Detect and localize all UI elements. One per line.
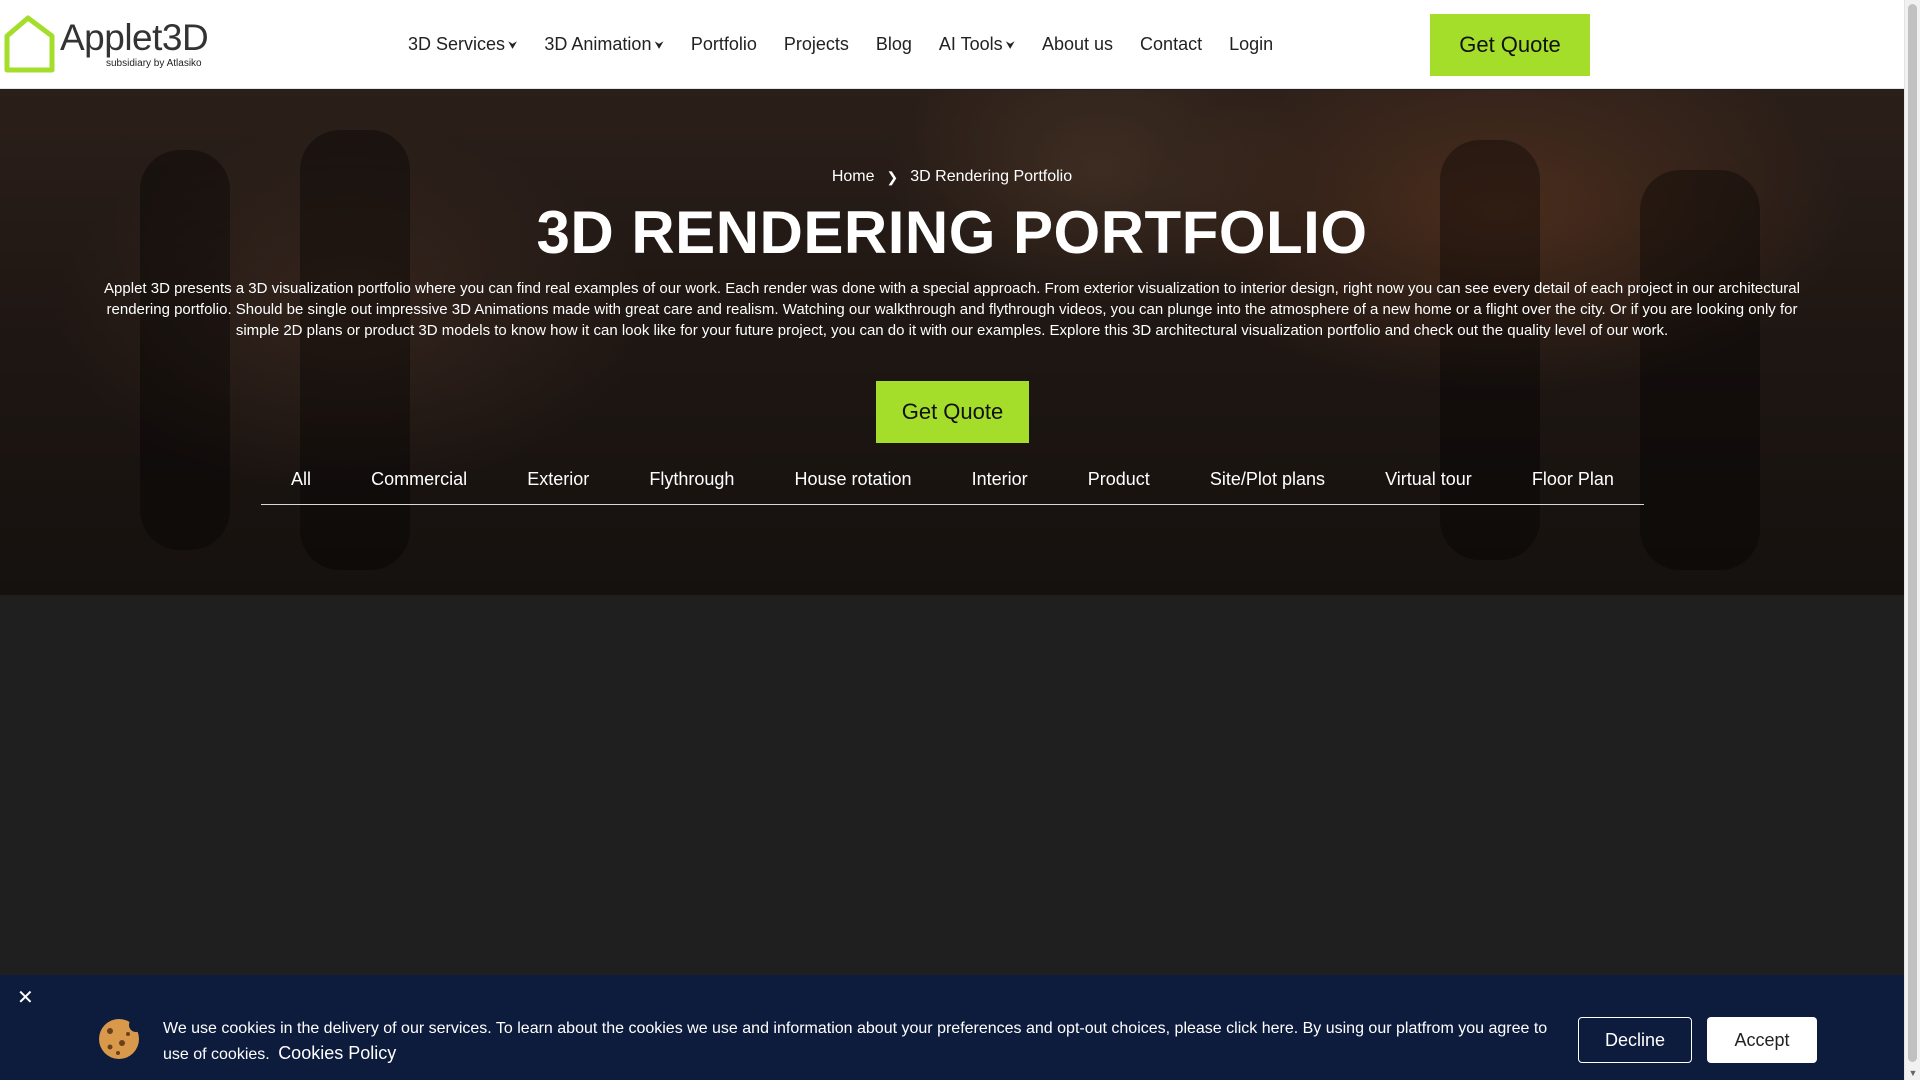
portfolio-filter-tabs: All Commercial Exterior Flythrough House… [261, 455, 1644, 505]
logo-text: Applet3D subsidiary by Atlasiko [60, 17, 209, 69]
hero-section: Home ❯ 3D Rendering Portfolio 3D RENDERI… [0, 90, 1904, 595]
nav-label: Blog [875, 34, 912, 54]
nav-label: AI Tools [938, 34, 1003, 54]
nav-label: 3D Services [408, 34, 506, 54]
page-scrollbar[interactable]: ▼ [1904, 0, 1920, 1080]
cookie-banner: ✕ We use cookies in the delivery of our … [0, 975, 1904, 1080]
chevron-down-icon: ⮟ [1005, 40, 1015, 52]
hero-get-quote-button[interactable]: Get Quote [876, 381, 1029, 443]
portfolio-grid-area [0, 595, 1904, 975]
chevron-right-icon: ❯ [886, 168, 899, 185]
breadcrumb: Home ❯ 3D Rendering Portfolio [0, 168, 1904, 186]
hero-description: Applet 3D presents a 3D visualization po… [104, 280, 1800, 339]
nav-item-about-us[interactable]: About us [1042, 34, 1113, 55]
cookie-icon [99, 1018, 142, 1059]
nav-item-3d-animation[interactable]: 3D Animation ⮟ [544, 34, 663, 55]
decline-cookies-button[interactable]: Decline [1578, 1017, 1692, 1063]
filter-tab-commercial[interactable]: Commercial [371, 469, 467, 490]
hero-overlay [0, 90, 1904, 595]
filter-tab-floor-plan[interactable]: Floor Plan [1532, 469, 1614, 490]
close-icon[interactable]: ✕ [17, 988, 34, 1008]
chevron-down-icon: ⮟ [508, 40, 518, 52]
breadcrumb-home-link[interactable]: Home [832, 168, 875, 186]
nav-item-portfolio[interactable]: Portfolio [691, 34, 757, 55]
scrollbar-thumb[interactable] [1908, 4, 1917, 1062]
filter-tab-product[interactable]: Product [1088, 469, 1150, 490]
filter-tab-house-rotation[interactable]: House rotation [794, 469, 911, 490]
header-get-quote-button[interactable]: Get Quote [1430, 14, 1590, 76]
site-header: Applet3D subsidiary by Atlasiko 3D Servi… [0, 0, 1904, 89]
nav-item-contact[interactable]: Contact [1140, 34, 1202, 55]
filter-tab-all[interactable]: All [291, 469, 311, 490]
nav-label: 3D Animation [544, 34, 652, 54]
filter-tab-interior[interactable]: Interior [972, 469, 1028, 490]
nav-label: Contact [1140, 34, 1203, 54]
scroll-down-arrow-icon[interactable]: ▼ [1908, 1068, 1918, 1078]
nav-label: About us [1041, 34, 1114, 54]
filter-tab-flythrough[interactable]: Flythrough [649, 469, 734, 490]
logo-name: Applet3D [60, 17, 209, 58]
cookies-policy-link[interactable]: Cookies Policy [278, 1043, 396, 1063]
page-title: 3D RENDERING PORTFOLIO [536, 199, 1368, 266]
nav-item-projects[interactable]: Projects [784, 34, 849, 55]
nav-label: Projects [783, 34, 849, 54]
cookie-message: We use cookies in the delivery of our se… [163, 1016, 1563, 1067]
house-outline-logo-icon [4, 15, 55, 73]
main-nav: 3D Services ⮟ 3D Animation ⮟ Portfolio P… [408, 0, 1300, 89]
filter-tab-site-plot-plans[interactable]: Site/Plot plans [1210, 469, 1325, 490]
site-logo[interactable]: Applet3D subsidiary by Atlasiko [2, 12, 212, 76]
accept-cookies-button[interactable]: Accept [1707, 1017, 1817, 1063]
nav-label: Portfolio [690, 34, 757, 54]
filter-tab-virtual-tour[interactable]: Virtual tour [1385, 469, 1472, 490]
nav-item-ai-tools[interactable]: AI Tools ⮟ [939, 34, 1015, 55]
breadcrumb-current: 3D Rendering Portfolio [910, 168, 1073, 185]
nav-label: Login [1229, 34, 1274, 54]
filter-tab-exterior[interactable]: Exterior [527, 469, 589, 490]
logo-subtitle: subsidiary by Atlasiko [106, 58, 202, 69]
nav-item-login[interactable]: Login [1229, 34, 1273, 55]
nav-item-3d-services[interactable]: 3D Services ⮟ [408, 34, 517, 55]
nav-item-blog[interactable]: Blog [876, 34, 912, 55]
chevron-down-icon: ⮟ [654, 40, 664, 52]
